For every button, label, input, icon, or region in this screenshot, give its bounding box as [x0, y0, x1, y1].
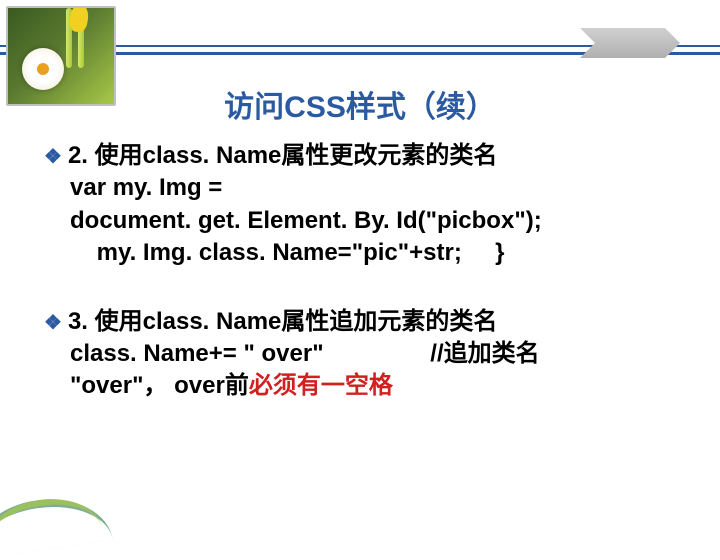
- diamond-bullet-icon: ❖: [44, 310, 62, 337]
- emphasis-text: 必须有一空格: [249, 372, 393, 399]
- diamond-bullet-icon: ❖: [44, 144, 62, 171]
- code-line: var my. Img =: [44, 172, 680, 204]
- bullet-head: 3. 使用class. Name属性追加元素的类名: [68, 306, 497, 338]
- code-line: class. Name+= " over" //追加类名: [44, 338, 680, 370]
- bullet-head: 2. 使用class. Name属性更改元素的类名: [68, 140, 497, 172]
- footer-decoration: [0, 490, 80, 540]
- code-line: "over"， over前必须有一空格: [44, 370, 680, 402]
- header-band: [0, 0, 720, 70]
- bullet-item-2: ❖ 2. 使用class. Name属性更改元素的类名 var my. Img …: [44, 140, 680, 270]
- slide-content: ❖ 2. 使用class. Name属性更改元素的类名 var my. Img …: [44, 140, 680, 439]
- slide-title: 访问CSS样式（续）: [0, 82, 720, 126]
- code-line: my. Img. class. Name="pic"+str; }: [44, 237, 680, 269]
- code-line: document. get. Element. By. Id("picbox")…: [44, 205, 680, 237]
- arrow-decoration: [580, 28, 680, 58]
- bullet-item-3: ❖ 3. 使用class. Name属性追加元素的类名 class. Name+…: [44, 306, 680, 403]
